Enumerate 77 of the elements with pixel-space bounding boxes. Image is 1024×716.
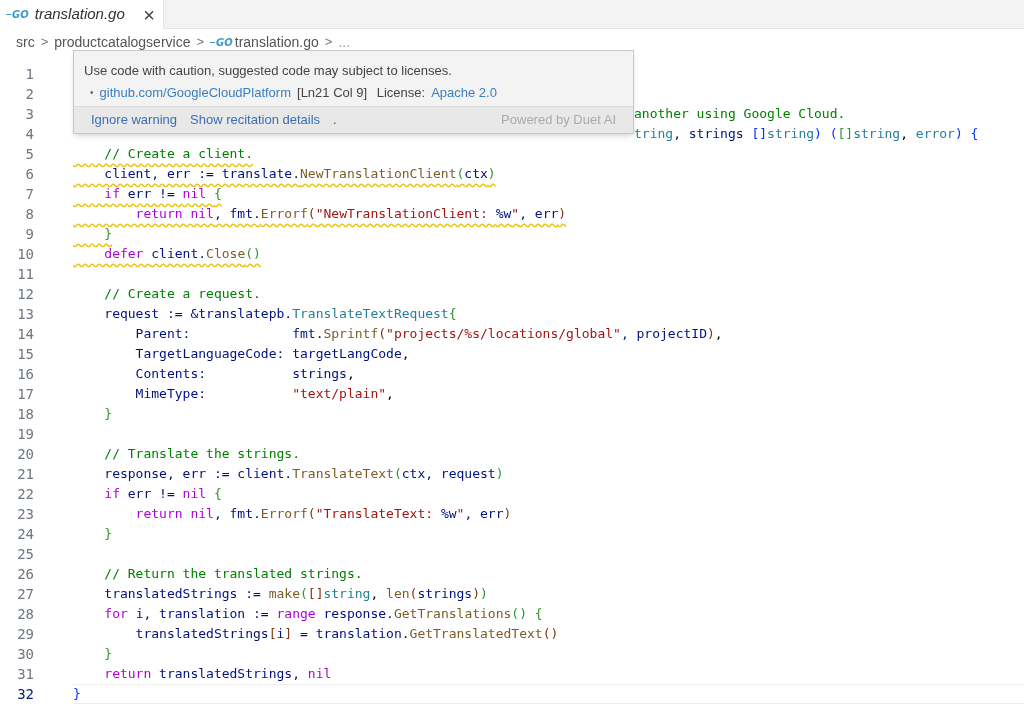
- location-text: [Ln21 Col 9]: [297, 85, 369, 101]
- line-number: 24: [16, 524, 34, 544]
- code-line: Contents: strings,: [134, 365, 355, 384]
- line-number: 31: [16, 664, 34, 684]
- code-line: response, err := client.TranslateText(ctx, request): [103, 465, 504, 484]
- editor-tab[interactable]: GO translation.go ×: [0, 0, 164, 29]
- code-line: // Translate the strings.: [103, 445, 300, 464]
- line-number: 18: [16, 404, 34, 424]
- line-number: 32: [16, 684, 34, 704]
- code-line: TargetLanguageCode: targetLangCode,: [134, 345, 410, 364]
- line-number: 29: [16, 624, 34, 644]
- line-number: 22: [16, 484, 34, 504]
- code-line: if err != nil {: [103, 485, 222, 504]
- code-line: }: [73, 685, 81, 704]
- breadcrumb-item[interactable]: GOtranslation.go: [210, 31, 319, 53]
- code-line: tring, strings []string) ([]string, error) {: [634, 125, 979, 144]
- code-line: return nil, fmt.Errorf("NewTranslationClient: %w", err): [134, 205, 567, 224]
- source-link[interactable]: github.com/GoogleCloudPlatform: [99, 85, 291, 101]
- code-line: // Return the translated strings.: [103, 565, 363, 584]
- code-line: }: [103, 645, 113, 664]
- chevron-icon: >: [38, 32, 51, 52]
- close-button[interactable]: ×: [143, 4, 155, 25]
- code-line: return nil, fmt.Errorf("TranslateText: %w", err): [134, 505, 512, 524]
- line-number: 30: [16, 644, 34, 664]
- line-number: 17: [16, 384, 34, 404]
- line-number: 14: [16, 324, 34, 344]
- code-line: client, err := translate.NewTranslationClient(ctx): [103, 165, 496, 184]
- line-number: 11: [16, 264, 34, 284]
- action-link[interactable]: Ignore warning: [91, 110, 177, 130]
- line-number: 2: [24, 84, 34, 104]
- line-number: 28: [16, 604, 34, 624]
- code-line: translatedStrings := make([]string, len(strings)): [103, 585, 488, 604]
- code-line: // Create a request.: [103, 285, 261, 304]
- code-line: MimeType: "text/plain",: [134, 385, 394, 404]
- chevron-icon: >: [322, 32, 335, 52]
- line-number: 5: [24, 144, 34, 164]
- breadcrumb-item[interactable]: productcatalogservice: [54, 31, 191, 53]
- code-line: translatedStrings[i] = translation.GetTranslatedText(): [134, 625, 559, 644]
- line-number: 7: [24, 184, 34, 204]
- code-line: Parent: fmt.Sprintf("projects/%s/locations/global", projectID),: [134, 325, 723, 344]
- code-line: another using Google Cloud.: [634, 105, 846, 124]
- line-number: 4: [24, 124, 34, 144]
- line-number: 12: [16, 284, 34, 304]
- line-number: 1: [24, 64, 34, 84]
- chevron-icon: >: [194, 32, 207, 52]
- code-line: request := &translatepb.TranslateTextRequest{: [103, 305, 457, 324]
- warning-text: Use code with caution, suggested code may subject to licenses.: [84, 63, 453, 79]
- code-line: defer client.Close(): [103, 245, 261, 264]
- code-line: for i, translation := range response.GetTranslations() {: [103, 605, 543, 624]
- powered-by-text: Powered by Duet AI: [501, 111, 616, 130]
- line-number: 13: [16, 304, 34, 324]
- code-line: }: [103, 225, 113, 244]
- line-number: 19: [16, 424, 34, 444]
- code-line: // Create a client.: [103, 145, 253, 164]
- line-number: 9: [24, 224, 34, 244]
- line-number: 25: [16, 544, 34, 564]
- line-number: 20: [16, 444, 34, 464]
- breadcrumb-item[interactable]: src: [16, 31, 35, 53]
- code-line: return translatedStrings, nil: [103, 665, 332, 684]
- bullet: •: [90, 86, 94, 100]
- line-number: 8: [24, 204, 34, 224]
- line-number: 26: [16, 564, 34, 584]
- line-number: 16: [16, 364, 34, 384]
- separator-dot: .: [333, 111, 337, 130]
- license-label: License:: [376, 85, 426, 101]
- line-number: 27: [16, 584, 34, 604]
- line-number: 21: [16, 464, 34, 484]
- license-link[interactable]: Apache 2.0: [431, 85, 497, 101]
- line-number: 6: [24, 164, 34, 184]
- line-number: 3: [24, 104, 34, 124]
- code-line: }: [103, 525, 113, 544]
- action-link[interactable]: Show recitation details: [190, 110, 321, 130]
- code-line: if err != nil {: [103, 185, 222, 204]
- line-number: 23: [16, 504, 34, 524]
- line-number: 15: [16, 344, 34, 364]
- code-line: }: [103, 405, 113, 424]
- line-number: 10: [16, 244, 34, 264]
